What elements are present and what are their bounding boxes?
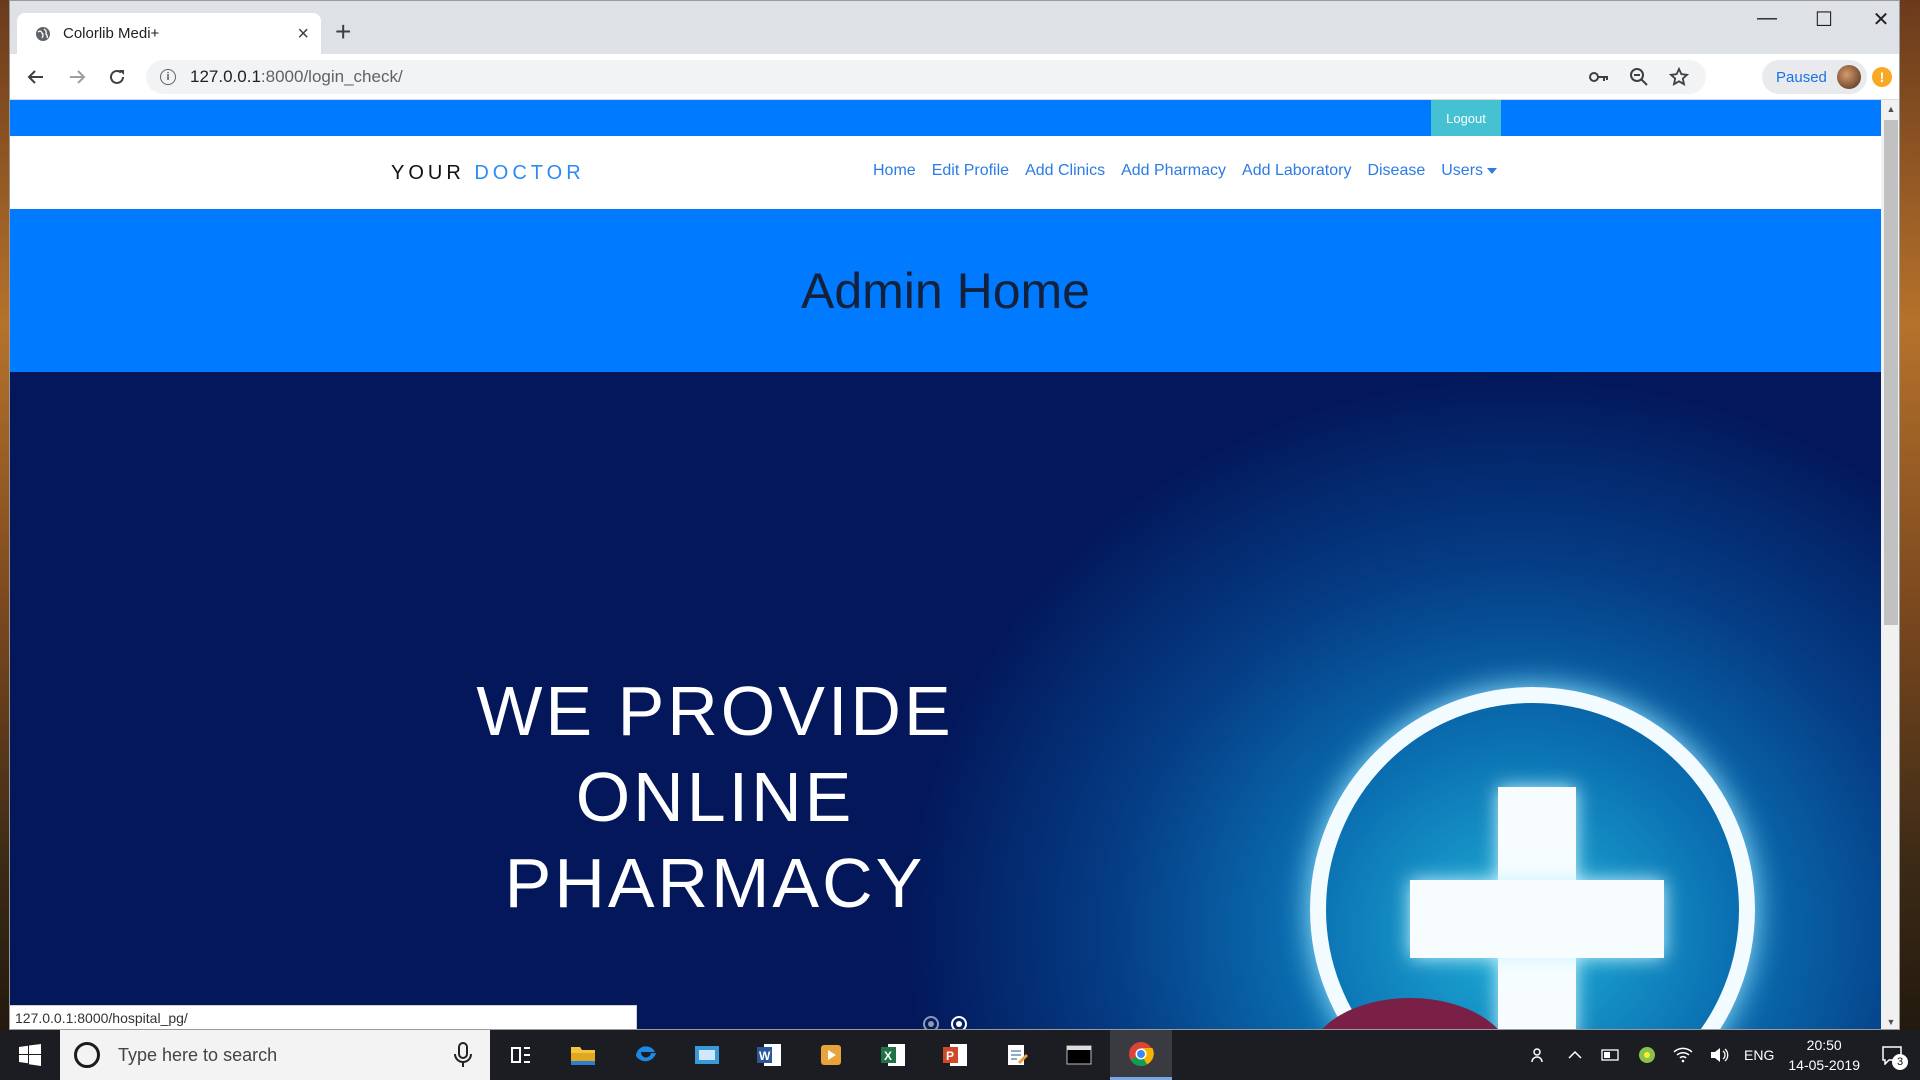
url-path: :8000/login_check/ [260, 67, 403, 86]
reload-icon [110, 69, 124, 84]
logout-button[interactable]: Logout [1431, 100, 1501, 136]
tab-strip: Colorlib Medi+ × + — ☐ ✕ [10, 1, 1899, 54]
page-viewport: Logout YOUR DOCTOR Home Edit Profile Add… [10, 100, 1881, 1029]
scroll-down-icon[interactable]: ▼ [1881, 1013, 1899, 1029]
nav-home[interactable]: Home [873, 162, 916, 180]
nav-add-laboratory[interactable]: Add Laboratory [1242, 162, 1351, 180]
close-window-button[interactable]: ✕ [1861, 7, 1899, 32]
notepad-icon[interactable] [986, 1030, 1048, 1080]
site-brand[interactable]: YOUR DOCTOR [391, 162, 585, 185]
medical-cross-bar [1410, 880, 1664, 958]
avatar [1836, 65, 1861, 89]
wifi-icon[interactable] [1672, 1044, 1694, 1066]
main-menu: Home Edit Profile Add Clinics Add Pharma… [873, 162, 1498, 180]
minimize-button[interactable]: — [1747, 7, 1787, 30]
windows-icon [19, 1044, 41, 1066]
brand-first: YOUR [391, 162, 465, 184]
file-explorer-icon[interactable] [552, 1030, 614, 1080]
hero-slider: WE PROVIDE ONLINE PHARMACY [10, 372, 1881, 1029]
cortana-icon [74, 1042, 100, 1068]
notification-count-badge: 3 [1892, 1054, 1908, 1070]
tab-title: Colorlib Medi+ [63, 25, 160, 42]
brand-second: DOCTOR [474, 162, 585, 184]
taskbar-search[interactable]: Type here to search [60, 1030, 490, 1080]
browser-window: Colorlib Medi+ × + — ☐ ✕ i 127.0.0.1:800… [9, 0, 1900, 1030]
svg-text:X: X [884, 1049, 892, 1063]
search-placeholder: Type here to search [118, 1044, 278, 1065]
edge-icon[interactable] [614, 1030, 676, 1080]
slider-dot-1[interactable] [923, 1016, 939, 1029]
nav-add-pharmacy[interactable]: Add Pharmacy [1121, 162, 1226, 180]
omnibox-icons [1588, 60, 1706, 94]
zoom-out-icon[interactable] [1628, 66, 1650, 88]
profile-button[interactable]: Paused [1762, 60, 1867, 94]
word-icon[interactable]: W [738, 1030, 800, 1080]
volume-icon[interactable] [1708, 1044, 1730, 1066]
url-host: 127.0.0.1 [190, 67, 261, 86]
new-tab-button[interactable]: + [335, 18, 351, 46]
tab-close-icon[interactable]: × [297, 24, 309, 44]
update-alert-icon[interactable]: ! [1872, 67, 1892, 87]
slide-line-2: ONLINE [575, 758, 855, 836]
slider-dot-2[interactable] [951, 1016, 967, 1029]
clock-time: 20:50 [1806, 1037, 1842, 1053]
nav-disease[interactable]: Disease [1367, 162, 1425, 180]
chrome-icon[interactable] [1110, 1030, 1172, 1080]
arrow-left-icon [27, 70, 43, 84]
pinned-apps: W X P [490, 1030, 1172, 1080]
svg-text:P: P [946, 1049, 954, 1063]
arrow-right-icon [70, 70, 86, 84]
powerpoint-icon[interactable]: P [924, 1030, 986, 1080]
language-indicator[interactable]: ENG [1744, 1047, 1774, 1063]
forward-button[interactable] [63, 63, 91, 91]
slider-dots [923, 1016, 967, 1029]
start-button[interactable] [0, 1030, 60, 1080]
clock-date: 14-05-2019 [1788, 1057, 1860, 1073]
people-icon[interactable] [1528, 1044, 1550, 1066]
terminal-icon[interactable] [1048, 1030, 1110, 1080]
page-header: Admin Home [10, 209, 1881, 372]
nav-add-clinics[interactable]: Add Clinics [1025, 162, 1105, 180]
page-title: Admin Home [801, 262, 1090, 319]
system-tray: ENG 20:50 14-05-2019 3 [1528, 1030, 1920, 1080]
browser-tab[interactable]: Colorlib Medi+ × [17, 13, 321, 54]
profile-status: Paused [1776, 68, 1827, 86]
info-icon[interactable]: i [160, 69, 176, 85]
globe-icon [36, 26, 50, 41]
star-icon[interactable] [1668, 66, 1690, 88]
microphone-icon[interactable] [452, 1042, 474, 1068]
browser-toolbar: i 127.0.0.1:8000/login_check/ [10, 54, 1899, 100]
slide-line-1: WE PROVIDE [476, 672, 954, 750]
scrollbar-thumb[interactable] [1884, 120, 1898, 625]
site-navbar: YOUR DOCTOR Home Edit Profile Add Clinic… [10, 136, 1881, 209]
maximize-button[interactable]: ☐ [1804, 7, 1844, 32]
notification-center-icon[interactable]: 3 [1874, 1044, 1910, 1070]
back-button[interactable] [22, 63, 50, 91]
page-scrollbar[interactable]: ▲ ▼ [1881, 100, 1899, 1029]
slide-line-3: PHARMACY [504, 844, 926, 922]
reload-button[interactable] [103, 63, 131, 91]
scroll-up-icon[interactable]: ▲ [1881, 100, 1899, 118]
caret-down-icon [1487, 167, 1498, 174]
key-icon[interactable] [1588, 66, 1610, 88]
taskbar: Type here to search W X P ENG 20:50 14-0… [0, 1030, 1920, 1080]
battery-icon[interactable] [1600, 1044, 1622, 1066]
nav-edit-profile[interactable]: Edit Profile [932, 162, 1009, 180]
svg-text:W: W [759, 1049, 771, 1063]
top-bar: Logout [10, 100, 1881, 136]
excel-icon[interactable]: X [862, 1030, 924, 1080]
task-view-icon[interactable] [490, 1030, 552, 1080]
nav-users-label: Users [1441, 162, 1484, 179]
outlook-icon[interactable] [676, 1030, 738, 1080]
url-text: 127.0.0.1:8000/login_check/ [190, 67, 403, 87]
slide-caption: WE PROVIDE ONLINE PHARMACY [410, 668, 1020, 926]
nav-users-dropdown[interactable]: Users [1441, 162, 1498, 180]
link-status-bubble: 127.0.0.1:8000/hospital_pg/ [10, 1005, 637, 1029]
chevron-up-icon[interactable] [1564, 1044, 1586, 1066]
address-bar[interactable]: i 127.0.0.1:8000/login_check/ [146, 60, 1706, 94]
app-tray-icon[interactable] [1636, 1044, 1658, 1066]
clock[interactable]: 20:50 14-05-2019 [1788, 1035, 1860, 1075]
media-player-icon[interactable] [800, 1030, 862, 1080]
